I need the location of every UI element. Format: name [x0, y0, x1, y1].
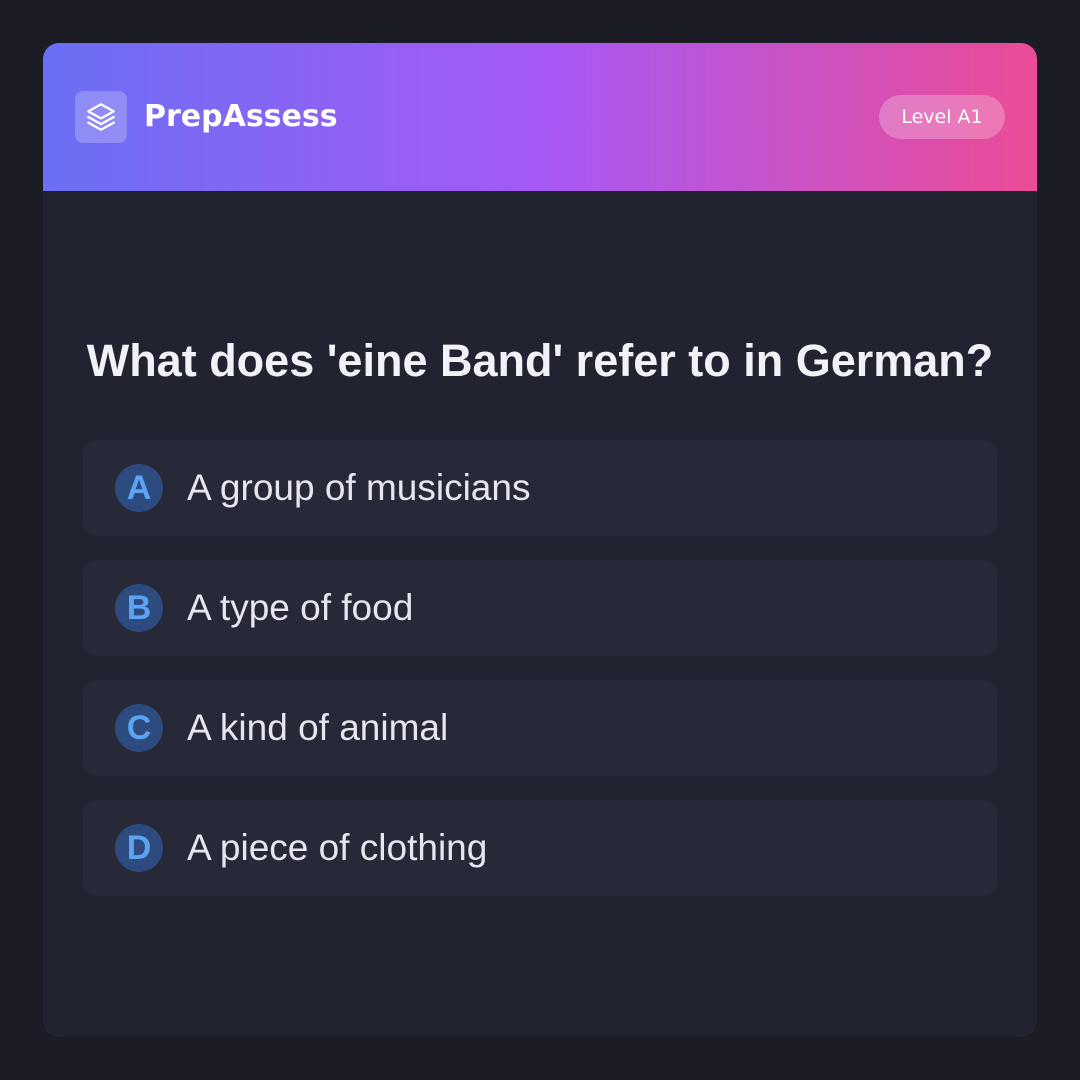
option-letter-badge: B [115, 584, 163, 632]
option-label: A type of food [187, 587, 414, 628]
option-letter-badge: D [115, 824, 163, 872]
option-label: A kind of animal [187, 707, 449, 748]
brand-name: PrepAssess [144, 99, 338, 134]
option-label: A piece of clothing [187, 827, 488, 868]
logo [75, 91, 127, 143]
option-b[interactable]: B A type of food [83, 560, 997, 656]
option-letter-badge: C [115, 704, 163, 752]
app-header: PrepAssess Level A1 [43, 43, 1037, 191]
option-c[interactable]: C A kind of animal [83, 680, 997, 776]
quiz-card: PrepAssess Level A1 What does 'eine Band… [43, 43, 1037, 1037]
layers-icon [87, 103, 115, 131]
level-badge: Level A1 [879, 95, 1005, 139]
option-a[interactable]: A A group of musicians [83, 440, 997, 536]
option-d[interactable]: D A piece of clothing [83, 800, 997, 896]
option-letter-badge: A [115, 464, 163, 512]
question-text: What does 'eine Band' refer to in German… [86, 335, 994, 386]
option-label: A group of musicians [187, 467, 531, 508]
